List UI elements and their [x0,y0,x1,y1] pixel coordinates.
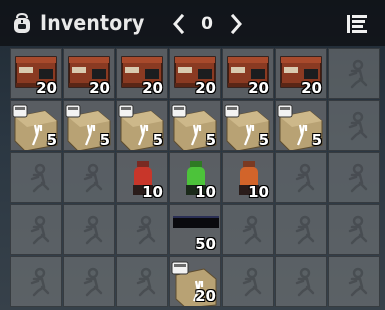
empty-slot-icon [22,215,52,245]
empty-slot[interactable] [275,204,327,255]
sort-icon[interactable] [345,12,369,36]
empty-slot-icon [340,163,370,193]
empty-slot-icon [287,215,317,245]
inventory-slot-orange-grenade[interactable]: 10 [222,152,274,203]
inventory-slot-crate[interactable]: 20 [169,48,221,99]
empty-slot-icon [234,267,264,297]
empty-slot[interactable] [328,48,380,99]
empty-slot[interactable] [275,152,327,203]
next-page-icon[interactable] [229,13,245,35]
empty-slot-icon [128,267,158,297]
item-count: 5 [99,131,110,149]
empty-slot-icon [340,267,370,297]
item-count: 10 [195,183,216,201]
empty-slot[interactable] [328,204,380,255]
empty-slot-icon [340,111,370,141]
empty-slot[interactable] [63,204,115,255]
item-count: 5 [205,131,216,149]
inventory-header: Inventory 0 [0,0,385,46]
inventory-slot-single-ration[interactable]: 20 [169,256,221,307]
empty-slot[interactable] [63,152,115,203]
item-count: 20 [301,79,322,97]
empty-slot-icon [287,267,317,297]
item-count: 5 [258,131,269,149]
inventory-slot-black-bar[interactable]: 50 [169,204,221,255]
item-count: 50 [195,235,216,253]
empty-slot[interactable] [328,256,380,307]
inventory-slot-crate[interactable]: 20 [10,48,62,99]
empty-slot[interactable] [10,256,62,307]
empty-slot[interactable] [275,256,327,307]
inventory-slot-crate[interactable]: 20 [275,48,327,99]
page-number: 0 [201,14,213,34]
empty-slot[interactable] [328,152,380,203]
empty-slot[interactable] [222,204,274,255]
empty-slot-icon [234,215,264,245]
item-count: 20 [89,79,110,97]
empty-slot-icon [22,163,52,193]
item-count: 20 [36,79,57,97]
empty-slot-icon [75,267,105,297]
inventory-slot-ration[interactable]: 5 [116,100,168,151]
item-count: 5 [46,131,57,149]
empty-slot[interactable] [116,204,168,255]
item-count: 5 [152,131,163,149]
inventory-slot-ration[interactable]: 5 [275,100,327,151]
inventory-slot-ration[interactable]: 5 [10,100,62,151]
empty-slot-icon [287,163,317,193]
inventory-slot-crate[interactable]: 20 [116,48,168,99]
item-count: 20 [195,287,216,305]
inventory-title: Inventory [40,11,145,35]
empty-slot-icon [340,215,370,245]
inventory-slot-crate[interactable]: 20 [222,48,274,99]
empty-slot-icon [75,163,105,193]
inventory-slot-ration[interactable]: 5 [63,100,115,151]
empty-slot[interactable] [10,204,62,255]
empty-slot-icon [22,267,52,297]
empty-slot[interactable] [222,256,274,307]
item-count: 20 [248,79,269,97]
item-count: 20 [142,79,163,97]
empty-slot[interactable] [116,256,168,307]
empty-slot-icon [340,59,370,89]
empty-slot[interactable] [63,256,115,307]
item-count: 10 [248,183,269,201]
item-count: 5 [311,131,322,149]
inventory-slot-ration[interactable]: 5 [169,100,221,151]
previous-page-icon[interactable] [170,13,186,35]
inventory-slot-red-grenade[interactable]: 10 [116,152,168,203]
item-count: 10 [142,183,163,201]
empty-slot-icon [75,215,105,245]
inventory-slot-ration[interactable]: 5 [222,100,274,151]
empty-slot[interactable] [328,100,380,151]
backpack-icon [14,12,30,33]
empty-slot-icon [128,215,158,245]
inventory-slot-crate[interactable]: 20 [63,48,115,99]
inventory-slot-green-grenade[interactable]: 10 [169,152,221,203]
item-count: 20 [195,79,216,97]
empty-slot[interactable] [10,152,62,203]
